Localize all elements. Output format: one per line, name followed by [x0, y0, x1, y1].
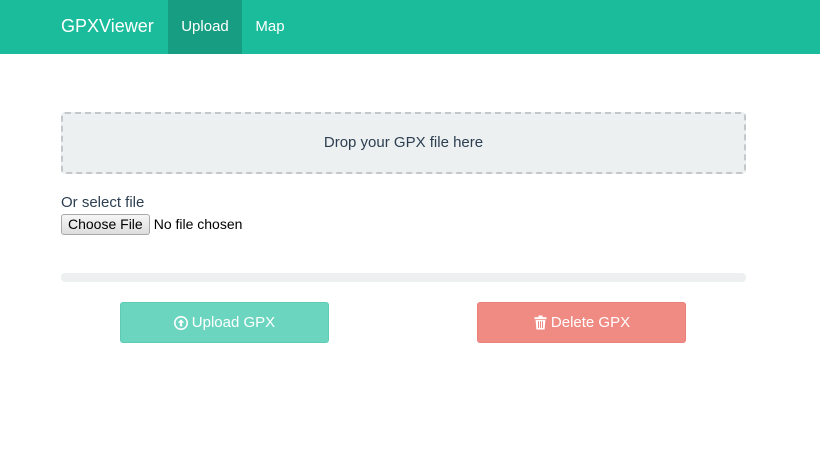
- nav-item-upload[interactable]: Upload: [168, 0, 242, 54]
- choose-file-button[interactable]: Choose File: [61, 213, 150, 235]
- delete-gpx-label: Delete GPX: [550, 314, 631, 331]
- file-status: No file chosen: [153, 216, 243, 232]
- navbar: GPXViewer Upload Map: [0, 0, 820, 54]
- nav-item-map[interactable]: Map: [242, 0, 298, 54]
- upload-gpx-button[interactable]: Upload GPX: [120, 302, 329, 343]
- brand-logo[interactable]: GPXViewer: [61, 15, 154, 37]
- upload-gpx-label: Upload GPX: [191, 314, 276, 331]
- upload-progress-bar: [61, 273, 746, 282]
- select-file-label: Or select file: [61, 194, 145, 211]
- trash-icon: [533, 315, 548, 330]
- file-input[interactable]: Choose File No file chosen: [61, 213, 242, 235]
- upload-circle-icon: [174, 315, 189, 330]
- file-dropzone[interactable]: Drop your GPX file here: [61, 112, 746, 174]
- delete-gpx-button[interactable]: Delete GPX: [477, 302, 686, 343]
